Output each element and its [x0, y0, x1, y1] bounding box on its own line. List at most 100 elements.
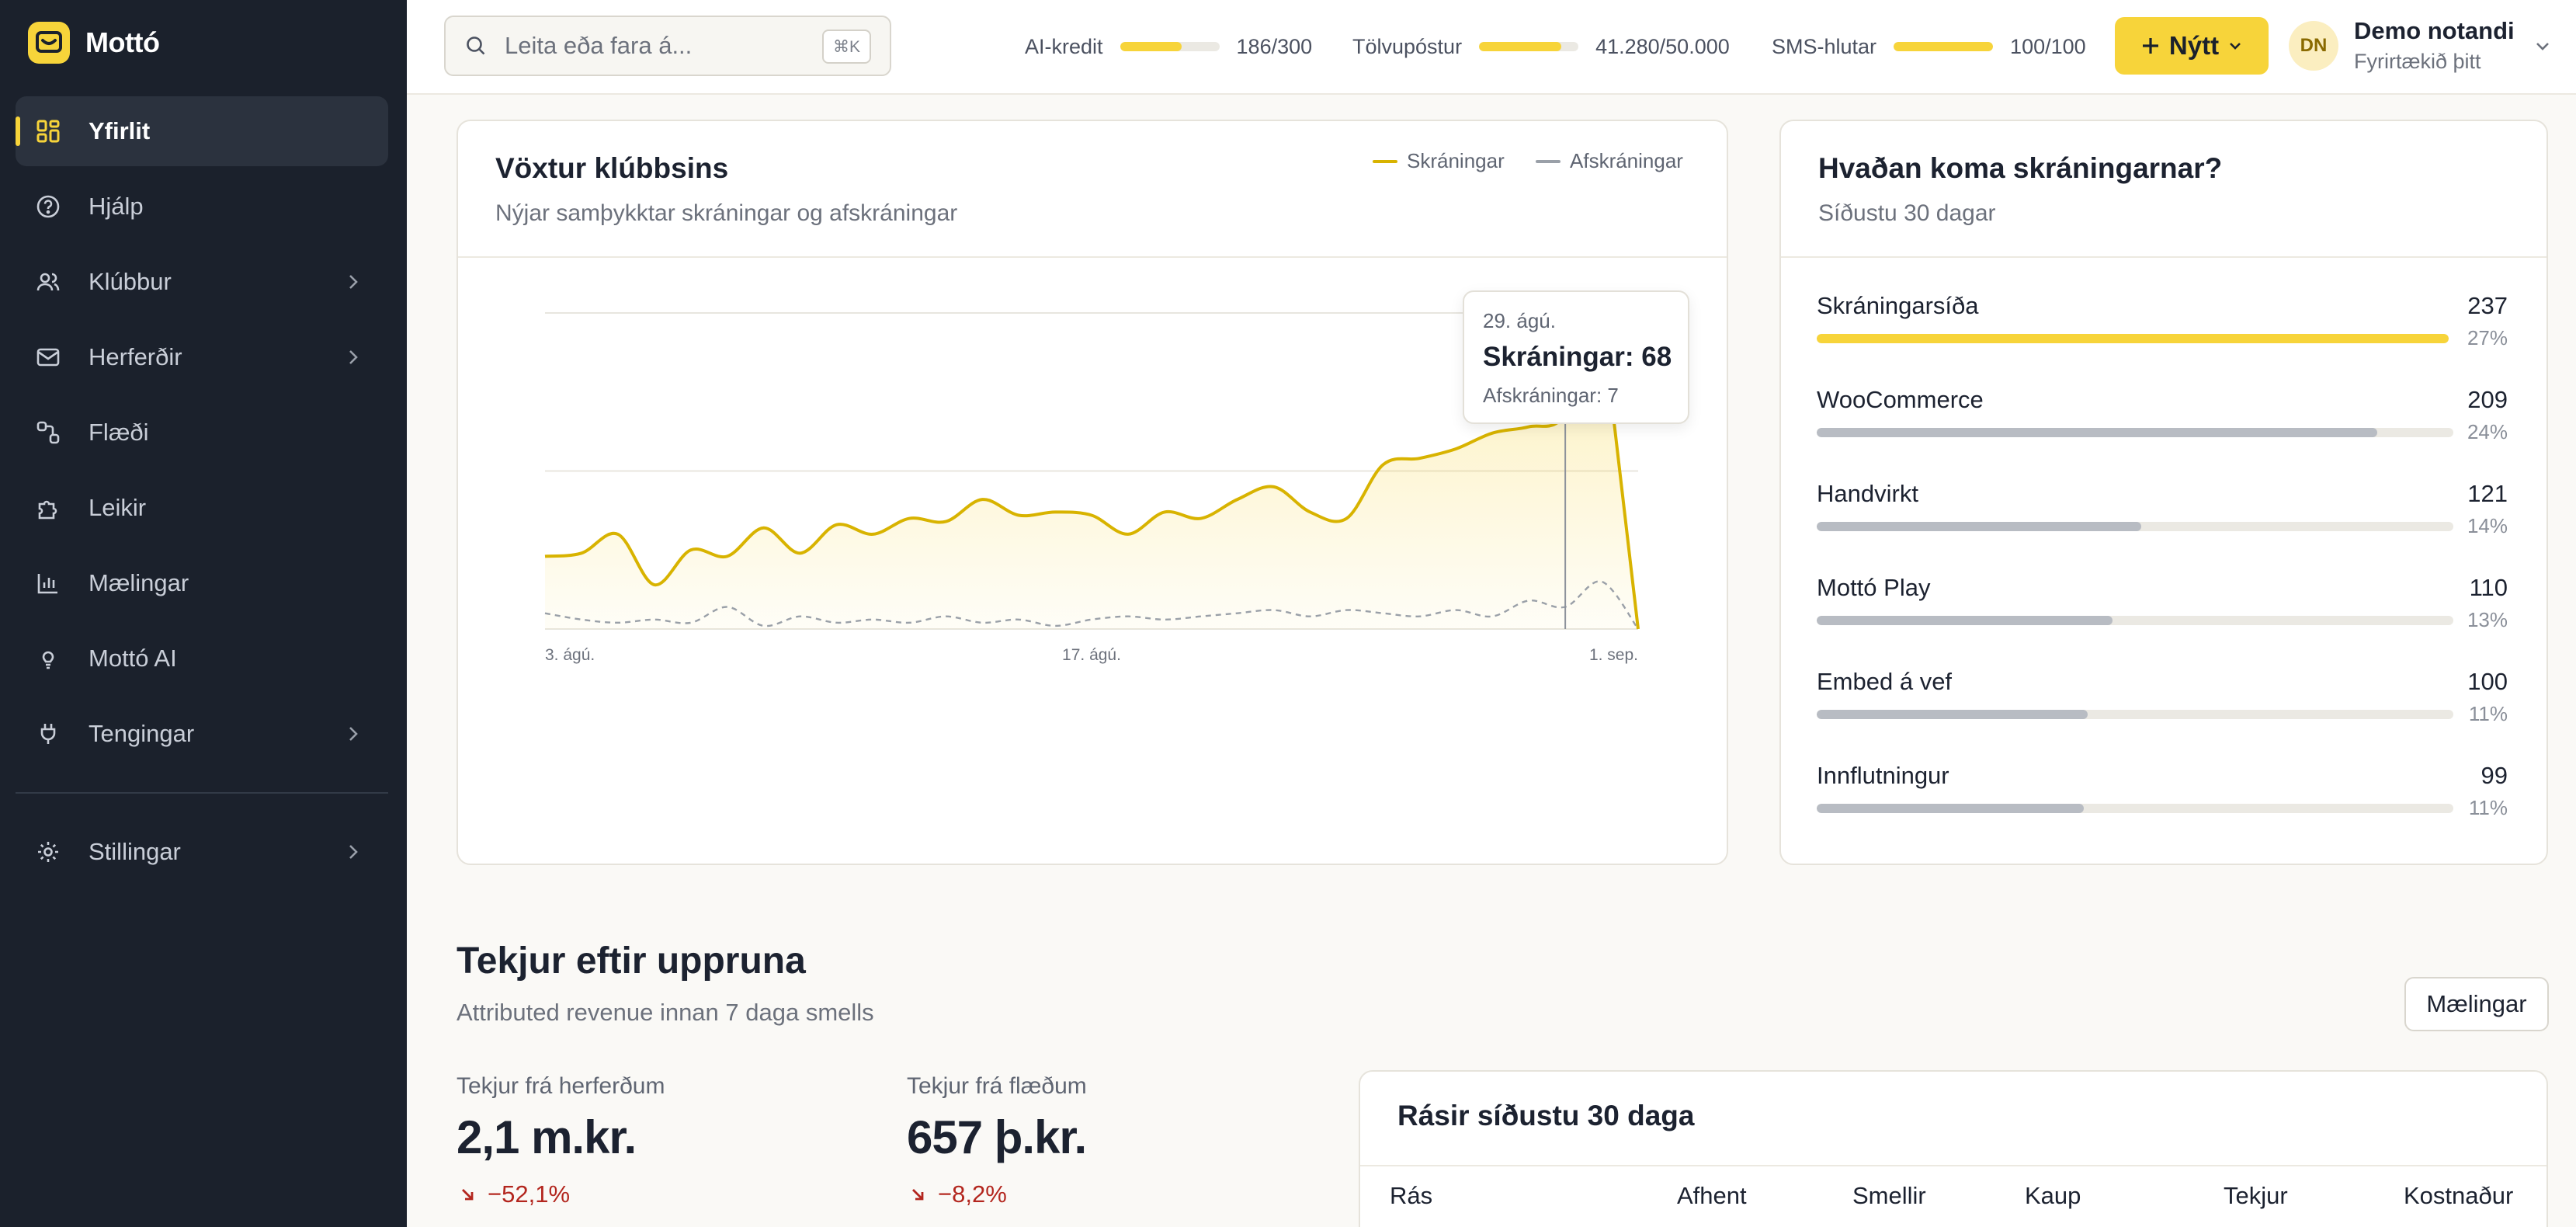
channels-card: Rásir síðustu 30 daga — [1359, 1070, 2548, 1227]
chevron-right-icon — [349, 275, 358, 289]
sources-card-title: Hvaðan koma skráningarnar? — [1818, 152, 2223, 184]
users-icon — [34, 268, 62, 296]
meter-fill — [1894, 42, 1994, 51]
source-bar-fill — [1817, 428, 2377, 437]
kpi-change: −8,2% — [908, 1180, 1007, 1208]
growth-card: Vöxtur klúbbsins Nýjar samþykktar skráni… — [457, 120, 1728, 865]
chevron-right-icon — [349, 727, 358, 741]
source-row[interactable]: Innflutningur 99 11% — [1817, 762, 2508, 839]
sidebar-item-stillingar[interactable]: Stillingar — [16, 817, 388, 887]
source-row[interactable]: Mottó Play 110 13% — [1817, 574, 2508, 652]
brand[interactable]: Mottó — [28, 22, 160, 64]
meter-ai-credit: AI-kredit 186/300 — [1025, 31, 1312, 62]
table-header-kostnadur[interactable]: Kostnaður — [2404, 1182, 2513, 1210]
sidebar-item-label: Tengingar — [89, 720, 195, 747]
flow-icon — [34, 419, 62, 447]
source-label: WooCommerce — [1817, 386, 1984, 413]
meter-bar — [1894, 42, 1994, 51]
meter-label: AI-kredit — [1025, 34, 1103, 58]
sidebar-item-label: Leikir — [89, 494, 147, 521]
source-row[interactable]: WooCommerce 209 24% — [1817, 386, 2508, 464]
kpi-change-value: −8,2% — [938, 1180, 1007, 1208]
growth-card-subtitle: Nýjar samþykktar skráningar og afskránin… — [495, 200, 958, 226]
sidebar-divider — [16, 792, 388, 794]
meter-bar — [1120, 42, 1220, 51]
sidebar-item-motto-ai[interactable]: Mottó AI — [16, 624, 388, 693]
source-bar — [1817, 804, 2453, 813]
legend-label: Afskráningar — [1570, 149, 1683, 172]
source-bar-fill — [1817, 334, 2449, 343]
avatar[interactable]: DN — [2289, 21, 2338, 71]
dashboard-icon — [34, 117, 62, 145]
sidebar-item-herferdir[interactable]: Herferðir — [16, 322, 388, 392]
new-button[interactable]: Nýtt — [2115, 17, 2269, 75]
chevron-right-icon — [349, 350, 358, 364]
sidebar-item-hjalp[interactable]: Hjálp — [16, 172, 388, 242]
sidebar-item-leikir[interactable]: Leikir — [16, 473, 388, 543]
source-bar-fill — [1817, 710, 2088, 719]
source-label: Handvirkt — [1817, 480, 1918, 507]
source-count: 99 — [2481, 762, 2508, 789]
table-header-ras[interactable]: Rás — [1390, 1182, 1432, 1210]
growth-card-title: Vöxtur klúbbsins — [495, 152, 729, 184]
table-header-afhent[interactable]: Afhent — [1677, 1182, 1747, 1210]
meter-sms: SMS-hlutar 100/100 — [1772, 31, 2086, 62]
search-input[interactable]: Leita eða fara á... ⌘K — [444, 16, 891, 76]
sidebar-item-tengingar[interactable]: Tengingar — [16, 699, 388, 769]
source-percent: 27% — [2467, 326, 2508, 349]
tooltip-date: 29. ágú. — [1483, 309, 1556, 332]
source-percent: 11% — [2468, 796, 2508, 819]
sidebar-nav: Yfirlit Hjálp Klúbbur Herferðir Flæði Le… — [16, 96, 388, 892]
tooltip-main-value: Skráningar: 68 — [1483, 342, 1672, 372]
plug-icon — [34, 720, 62, 748]
sidebar-item-label: Yfirlit — [89, 117, 151, 144]
source-count: 110 — [2469, 574, 2508, 601]
legend-item-signups[interactable]: Skráningar — [1373, 149, 1505, 173]
section-subtitle: Attributed revenue innan 7 daga smells — [457, 999, 874, 1026]
source-bar — [1817, 334, 2449, 343]
section-title: Tekjur eftir uppruna — [457, 940, 806, 982]
source-percent: 13% — [2467, 608, 2508, 631]
brand-name: Mottó — [85, 26, 160, 58]
meter-fill — [1120, 42, 1182, 51]
brand-logo-icon — [28, 22, 70, 64]
arrow-down-right-icon — [912, 1189, 924, 1201]
legend-label: Skráningar — [1407, 149, 1505, 172]
legend-swatch — [1373, 159, 1397, 163]
table-header-smellir[interactable]: Smellir — [1852, 1182, 1926, 1210]
card-divider — [458, 256, 1727, 258]
kpi-change-value: −52,1% — [488, 1180, 571, 1208]
chevron-down-icon[interactable] — [2531, 34, 2554, 57]
meter-value: 100/100 — [2010, 34, 2086, 58]
kpi-value: 657 þ.kr. — [907, 1111, 1087, 1163]
sidebar-item-klubbur[interactable]: Klúbbur — [16, 247, 388, 317]
source-row[interactable]: Embed á vef 100 11% — [1817, 668, 2508, 746]
meter-fill — [1479, 42, 1561, 51]
maelingar-button[interactable]: Mælingar — [2404, 977, 2549, 1031]
help-circle-icon — [34, 193, 62, 221]
source-bar-fill — [1817, 522, 2142, 531]
source-percent: 14% — [2467, 514, 2508, 537]
meter-bar — [1479, 42, 1579, 51]
source-row[interactable]: Handvirkt 121 14% — [1817, 480, 2508, 558]
card-divider — [1781, 256, 2546, 258]
source-bar-fill — [1817, 804, 2085, 813]
sidebar-item-flaedi[interactable]: Flæði — [16, 398, 388, 468]
sidebar-item-maelingar[interactable]: Mælingar — [16, 548, 388, 618]
source-row[interactable]: Skráningarsíða 237 27% — [1817, 292, 2508, 370]
user-name[interactable]: Demo notandi — [2354, 17, 2515, 45]
sidebar-item-yfirlit[interactable]: Yfirlit — [16, 96, 388, 166]
bar-chart-icon — [34, 569, 62, 597]
card-divider — [1360, 1165, 2546, 1166]
sidebar-item-label: Stillingar — [89, 838, 181, 865]
legend-item-unsubscribes[interactable]: Afskráningar — [1536, 149, 1683, 173]
sidebar-item-label: Herferðir — [89, 343, 182, 370]
table-header-kaup[interactable]: Kaup — [2025, 1182, 2081, 1210]
chevron-down-icon — [2230, 43, 2241, 50]
meter-label: SMS-hlutar — [1772, 34, 1877, 58]
chart-tooltip: 29. ágú. Skráningar: 68 Afskráningar: 7 — [1463, 290, 1689, 424]
table-header-tekjur[interactable]: Tekjur — [2224, 1182, 2288, 1210]
source-count: 209 — [2467, 386, 2508, 413]
mail-icon — [34, 343, 62, 371]
sidebar-item-label: Klúbbur — [89, 268, 172, 295]
